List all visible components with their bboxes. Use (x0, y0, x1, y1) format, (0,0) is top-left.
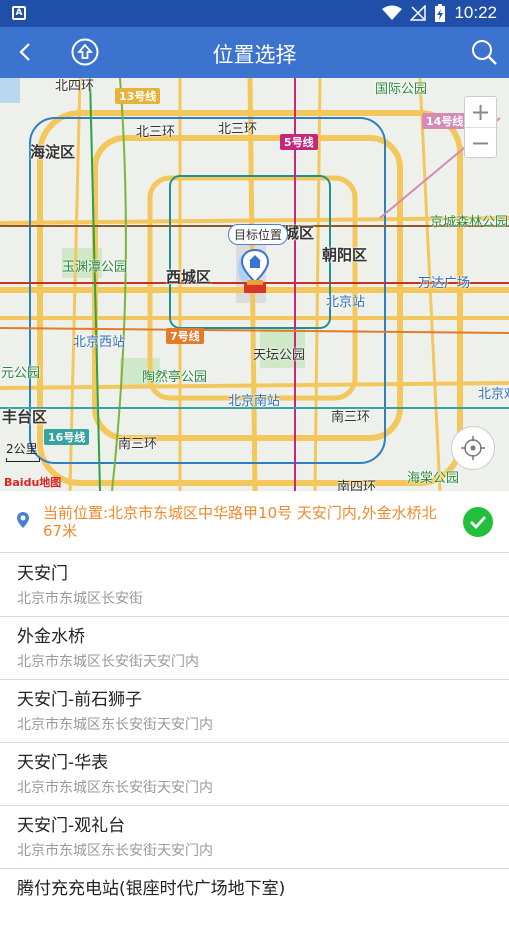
confirm-location-button[interactable] (463, 507, 493, 537)
checkmark-icon (470, 516, 487, 529)
poi-address: 北京市东城区东长安街天安门内 (17, 843, 213, 859)
poi-address: 北京市东城区东长安街天安门内 (17, 717, 213, 733)
search-button[interactable] (467, 35, 501, 69)
poi-address: 北京市东城区东长安街天安门内 (17, 780, 213, 796)
district-dongcheng-label: 城区 (284, 224, 315, 242)
place-label: 陶然亭公园 (142, 370, 208, 385)
ring-road-label: 南三环 (118, 437, 158, 452)
ring-road-label: 北四环 (55, 79, 95, 94)
map-scale-label: 2公里 (6, 442, 38, 456)
ring-road-label: 南三环 (331, 410, 371, 425)
poi-name: 天安门 (17, 564, 68, 584)
toolbar: 位置选择 (0, 27, 509, 78)
place-label: 天坛公园 (253, 348, 306, 363)
poi-name: 天安门-华表 (17, 753, 109, 773)
target-location-tag: 目标位置 (228, 224, 289, 245)
current-location-row[interactable]: 当前位置:北京市东城区中华路甲10号 天安门内,外金水桥北67米 (0, 491, 509, 553)
place-label: 国际公园 (375, 82, 428, 97)
status-bar: A 10:22 (0, 0, 509, 27)
page-title: 位置选择 (212, 43, 297, 67)
poi-result-list: 天安门 北京市东城区长安街 外金水桥 北京市东城区长安街天安门内 天安门-前石狮… (0, 554, 509, 932)
place-label: 玉渊潭公园 (62, 260, 128, 275)
poi-name: 天安门-前石狮子 (17, 690, 143, 710)
current-location-text: 当前位置:北京市东城区中华路甲10号 天安门内,外金水桥北67米 (43, 504, 437, 540)
ring-road-label: 北三环 (136, 125, 176, 140)
poi-name: 天安门-观礼台 (17, 816, 126, 836)
place-label: 京城森林公园 (430, 215, 509, 230)
place-label: 万达广场 (418, 276, 471, 291)
list-item[interactable]: 外金水桥 北京市东城区长安街天安门内 (0, 617, 509, 680)
station-label: 北京站 (326, 295, 366, 310)
subway-line-badge: 14号线 (422, 113, 468, 129)
crosshair-icon (461, 436, 485, 460)
district-haidian-label: 海淀区 (30, 143, 76, 161)
poi-address: 北京市东城区长安街 (17, 591, 143, 607)
subway-line-badge: 13号线 (115, 88, 161, 104)
locate-me-button[interactable] (451, 426, 495, 470)
zoom-control: + − (464, 96, 497, 158)
station-label: 北京欢乐 (478, 387, 509, 402)
list-item[interactable]: 天安门-华表 北京市东城区东长安街天安门内 (0, 743, 509, 806)
search-icon (472, 40, 497, 65)
no-signal-icon (410, 5, 427, 21)
map-scale-bar (6, 458, 40, 462)
district-xicheng-label: 西城区 (166, 268, 212, 286)
place-label: 海棠公园 (407, 471, 460, 486)
district-chaoyang-label: 朝阳区 (322, 246, 368, 264)
station-label: 北京西站 (73, 335, 126, 350)
poi-address: 北京市东城区长安街天安门内 (17, 654, 199, 670)
wifi-icon (382, 5, 403, 20)
zoom-in-button[interactable]: + (465, 97, 496, 127)
location-pin-icon[interactable] (240, 248, 270, 296)
clock: 10:22 (454, 3, 497, 22)
list-item[interactable]: 天安门-观礼台 北京市东城区东长安街天安门内 (0, 806, 509, 869)
list-item[interactable]: 腾付充充电站(银座时代广场地下室) (0, 869, 509, 932)
subway-line-badge: 16号线 (44, 429, 90, 445)
location-marker-icon (17, 512, 29, 528)
zoom-out-button[interactable]: − (465, 127, 496, 157)
place-label: 元公园 (1, 366, 41, 381)
subway-line-badge: 5号线 (280, 134, 318, 150)
ring-road-label: 北三环 (218, 122, 258, 137)
poi-name: 外金水桥 (17, 627, 85, 647)
map-view[interactable]: 海淀区 西城区 城区 朝阳区 丰台区 北四环 北三环 北三环 南三环 南三环 南… (0, 78, 509, 491)
station-label: 北京南站 (228, 394, 281, 409)
subway-line-badge: 7号线 (166, 328, 204, 344)
status-icons: 10:22 (382, 3, 497, 23)
app-badge-icon: A (12, 6, 26, 20)
baidu-map-logo: Baidu地图 (4, 476, 62, 489)
ring-road-label: 南四环 (337, 480, 377, 491)
map-scale: 2公里 (6, 440, 40, 462)
poi-name: 腾付充充电站(银座时代广场地下室) (17, 879, 286, 899)
district-fengtai-label: 丰台区 (2, 408, 48, 426)
battery-charging-icon (435, 4, 446, 22)
list-item[interactable]: 天安门 北京市东城区长安街 (0, 554, 509, 617)
list-item[interactable]: 天安门-前石狮子 北京市东城区东长安街天安门内 (0, 680, 509, 743)
